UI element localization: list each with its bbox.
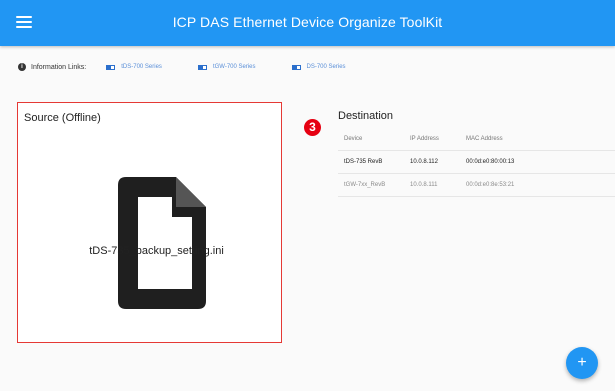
mac-cell: 00:0d:e0:80:00:13 — [466, 159, 515, 165]
link-label: tGW-700 Series — [212, 64, 256, 70]
link-icon — [197, 64, 207, 70]
column-header-device: Device — [344, 136, 363, 142]
add-button[interactable]: + — [566, 347, 598, 379]
table-row[interactable]: tGW-7xx_RevB 10.0.8.111 00:0d:e0:8e:53:2… — [338, 174, 615, 197]
source-file-name: tDS-735_backup_setting.ini — [89, 245, 224, 257]
link-label: tDS-700 Series — [121, 64, 162, 70]
link-ds-700-series[interactable]: DS-700 Series — [291, 64, 346, 70]
column-header-mac: MAC Address — [466, 136, 503, 142]
link-icon — [106, 64, 116, 70]
destination-title: Destination — [338, 110, 394, 122]
information-links-label: Information Links: — [31, 63, 87, 71]
table-row[interactable]: tDS-735 RevB 10.0.8.112 00:0d:e0:80:00:1… — [338, 151, 615, 174]
link-tds-700-series[interactable]: tDS-700 Series — [106, 64, 162, 70]
link-label: DS-700 Series — [306, 64, 346, 70]
column-header-ip: IP Address — [410, 136, 439, 142]
app-title: ICP DAS Ethernet Device Organize ToolKit — [172, 14, 443, 30]
source-title: Source (Offline) — [24, 112, 101, 124]
destination-table: Device IP Address MAC Address tDS-735 Re… — [338, 128, 615, 197]
table-header-row: Device IP Address MAC Address — [338, 128, 615, 151]
information-links-row: i Information Links: tDS-700 Series tGW-… — [18, 60, 382, 74]
step-badge: 3 — [304, 119, 321, 136]
file-icon — [118, 177, 206, 309]
source-panel[interactable]: Source (Offline) tDS-735_backup_setting.… — [17, 102, 282, 343]
link-icon — [291, 64, 301, 70]
device-cell: tDS-735 RevB — [344, 159, 383, 165]
link-tgw-700-series[interactable]: tGW-700 Series — [197, 64, 256, 70]
info-icon: i — [18, 63, 26, 71]
device-cell: tGW-7xx_RevB — [344, 182, 386, 188]
ip-cell: 10.0.8.111 — [410, 182, 438, 188]
mac-cell: 00:0d:e0:8e:53:21 — [466, 182, 515, 188]
app-bar: ICP DAS Ethernet Device Organize ToolKit — [0, 0, 615, 46]
ip-cell: 10.0.8.112 — [410, 159, 438, 165]
